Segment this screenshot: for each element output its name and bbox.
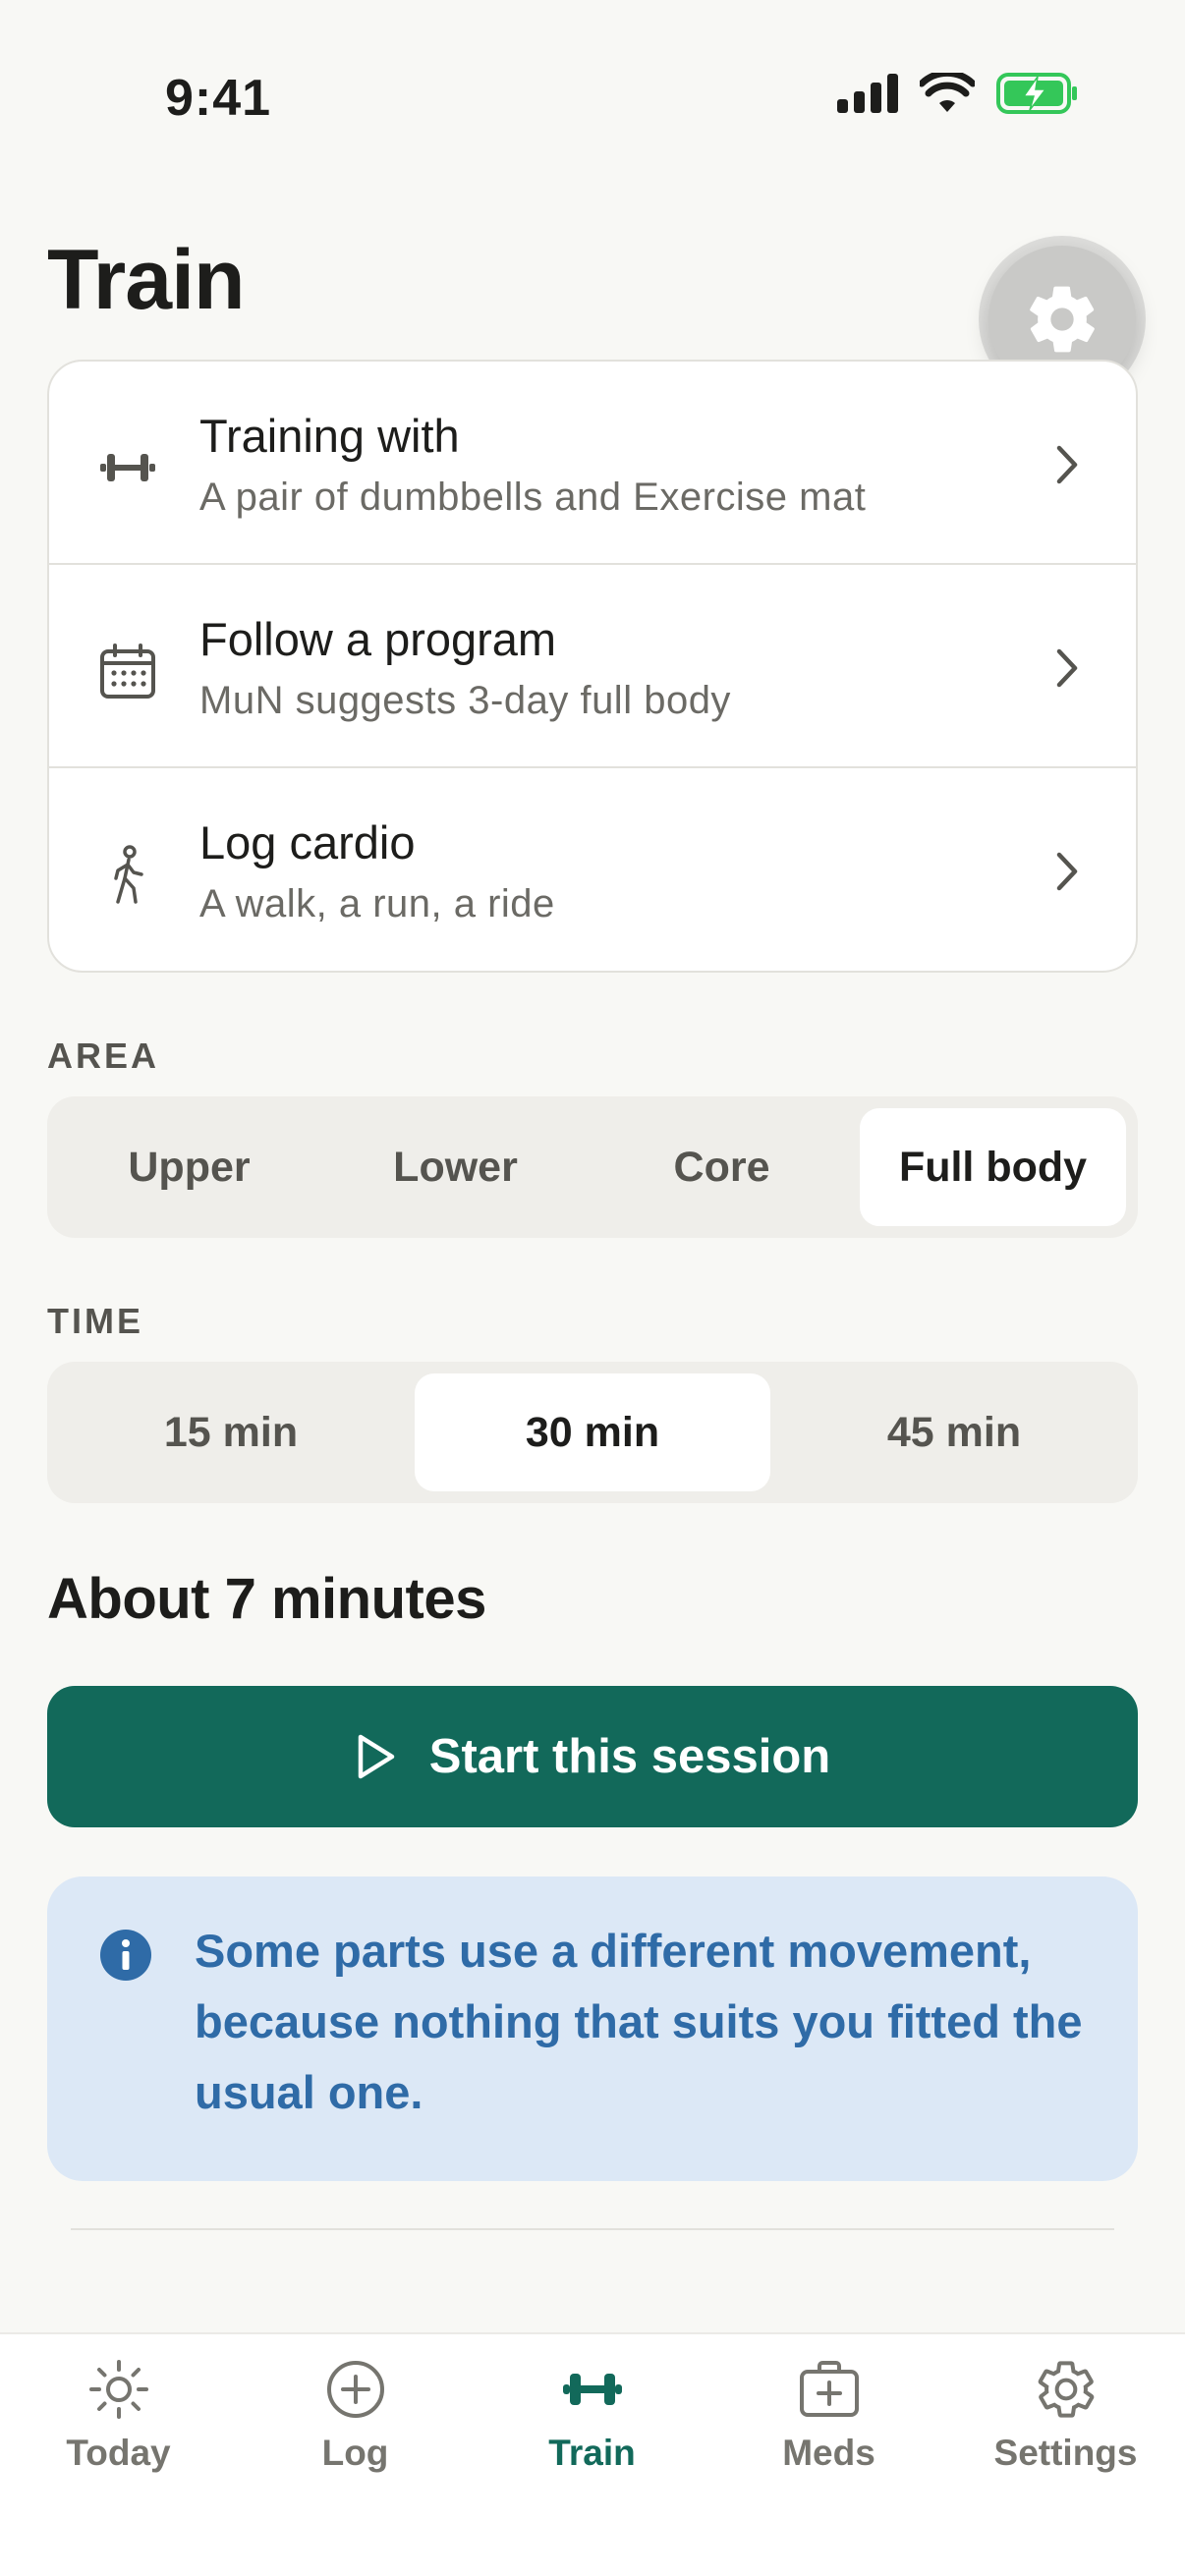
- training-with-row[interactable]: Training with A pair of dumbbells and Ex…: [49, 362, 1136, 565]
- page-title: Train: [47, 233, 246, 327]
- medkit-icon: [799, 2361, 859, 2417]
- row-title: Follow a program: [199, 613, 557, 665]
- tab-settings[interactable]: Settings: [947, 2358, 1184, 2505]
- cellular-signal-icon: [837, 74, 898, 113]
- play-icon: [358, 1734, 395, 1779]
- time-section-label: TIME: [47, 1301, 143, 1341]
- sun-icon: [88, 2360, 148, 2419]
- battery-charging-icon: [996, 73, 1077, 114]
- tab-label: Settings: [993, 2433, 1138, 2473]
- content-divider: [71, 2228, 1114, 2230]
- row-title: Log cardio: [199, 816, 416, 868]
- start-session-label: Start this session: [428, 1730, 831, 1783]
- info-icon: [100, 1930, 151, 1981]
- tab-log[interactable]: Log: [237, 2358, 474, 2505]
- info-notice: Some parts use a different movement, bec…: [47, 1876, 1138, 2181]
- info-message: Some parts use a different movement, bec…: [195, 1925, 1083, 2118]
- tab-train[interactable]: Train: [474, 2358, 710, 2505]
- dumbbell-icon: [100, 454, 155, 481]
- chevron-right-icon: [1056, 445, 1078, 484]
- follow-program-row[interactable]: Follow a program MuN suggests 3-day full…: [49, 565, 1136, 768]
- gear-icon: [1030, 286, 1095, 353]
- tab-label: Log: [321, 2433, 389, 2473]
- row-subtitle: MuN suggests 3-day full body: [199, 679, 731, 722]
- dumbbell-icon: [562, 2374, 622, 2405]
- area-option-lower[interactable]: Lower: [325, 1108, 586, 1226]
- area-option-core[interactable]: Core: [592, 1108, 852, 1226]
- options-card: Training with A pair of dumbbells and Ex…: [47, 360, 1138, 973]
- chevron-right-icon: [1056, 648, 1078, 688]
- area-segmented-control: Upper Lower Core Full body: [47, 1096, 1138, 1238]
- wifi-icon: [920, 73, 975, 112]
- row-subtitle: A pair of dumbbells and Exercise mat: [199, 476, 867, 519]
- chevron-right-icon: [1056, 852, 1078, 891]
- area-option-full-body[interactable]: Full body: [860, 1108, 1126, 1226]
- area-option-upper[interactable]: Upper: [59, 1108, 319, 1226]
- tab-meds[interactable]: Meds: [710, 2358, 947, 2505]
- session-duration-summary: About 7 minutes: [47, 1567, 486, 1631]
- row-title: Training with: [199, 410, 460, 462]
- log-cardio-row[interactable]: Log cardio A walk, a run, a ride: [49, 768, 1136, 971]
- gear-icon: [1038, 2361, 1094, 2418]
- time-segmented-control: 15 min 30 min 45 min: [47, 1362, 1138, 1503]
- plus-circle-icon: [326, 2361, 384, 2418]
- tab-label: Train: [548, 2433, 636, 2473]
- status-bar: 9:41: [0, 0, 1185, 196]
- tab-label: Meds: [782, 2433, 875, 2473]
- calendar-icon: [100, 644, 155, 699]
- status-icons: [837, 73, 1079, 114]
- tab-bar: Today Log Train Meds Settings: [0, 2332, 1185, 2576]
- row-subtitle: A walk, a run, a ride: [199, 882, 555, 925]
- tab-label: Today: [66, 2433, 171, 2473]
- start-session-button[interactable]: Start this session: [47, 1686, 1138, 1827]
- time-option-15[interactable]: 15 min: [59, 1373, 403, 1491]
- walking-person-icon: [114, 845, 143, 904]
- status-time: 9:41: [165, 70, 272, 127]
- area-section-label: AREA: [47, 1036, 160, 1076]
- time-option-30[interactable]: 30 min: [415, 1373, 770, 1491]
- time-option-45[interactable]: 45 min: [782, 1373, 1126, 1491]
- tab-today[interactable]: Today: [0, 2358, 237, 2505]
